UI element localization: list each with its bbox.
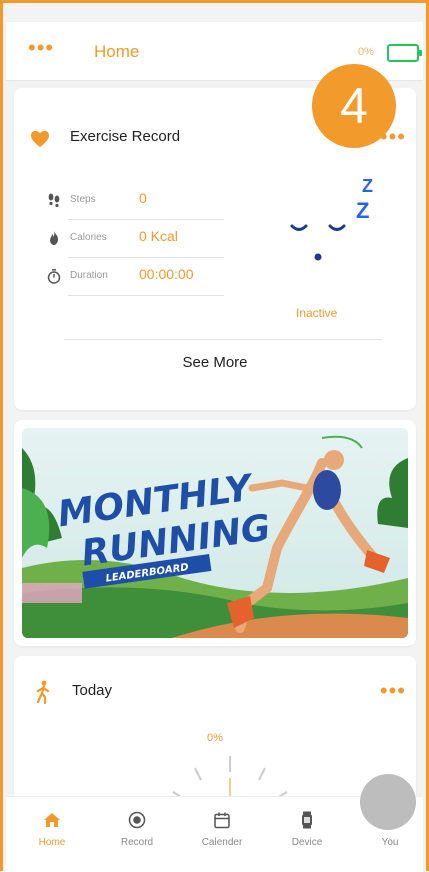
sleep-z: Z [362,176,373,196]
record-icon [128,811,146,829]
stopwatch-icon [47,269,61,284]
avatar[interactable] [360,774,416,830]
stat-value: 00:00:00 [139,266,194,282]
tab-calender[interactable]: Calender [182,797,262,872]
page-title: Home [94,42,140,61]
monthly-running-banner[interactable]: MONTHLY RUNNING LEADERBOARD [14,420,416,646]
activity-status: Inactive [296,306,338,320]
tab-label: Calender [201,837,243,848]
stat-value: 0 [139,190,147,206]
stat-row-duration: Duration 00:00:00 [44,260,224,296]
today-more-icon[interactable]: ••• [380,678,406,704]
footprints-icon [48,193,60,208]
today-percent: 0% [207,732,223,744]
exercise-record-title: Exercise Record [70,128,181,145]
row-divider [68,257,224,258]
card-divider [64,339,382,340]
tab-label: You [381,837,399,848]
stat-label: Duration [70,270,108,281]
calendar-icon [214,812,230,829]
battery-icon [387,44,422,62]
stat-label: Steps [70,194,96,205]
tab-label: Home [38,837,66,848]
row-divider [68,219,224,220]
see-more-link[interactable]: See More [14,354,416,371]
row-divider [68,295,224,296]
tab-home[interactable]: Home [12,797,92,872]
tab-label: Device [291,837,323,848]
stat-row-calories: Calories 0 Kcal [44,222,224,258]
tab-label: Record [120,837,154,848]
stat-label: Calories [70,232,107,243]
today-title: Today [72,682,113,699]
stat-row-steps: Steps 0 [44,184,224,220]
stat-value: 0 Kcal [139,228,178,244]
heart-icon [31,130,49,148]
flame-icon [50,231,58,245]
tab-device[interactable]: Device [267,797,347,872]
sleep-face-icon: Z Z [290,176,373,261]
more-dots-icon[interactable]: ••• [28,37,54,59]
banner-illustration: MONTHLY RUNNING LEADERBOARD [22,428,408,638]
watch-icon [302,811,312,829]
walking-icon [36,680,50,704]
battery-percent: 0% [358,46,374,58]
home-icon [44,813,60,827]
step-number-badge: 4 [312,64,396,148]
sleep-z: Z [356,198,369,223]
tab-record[interactable]: Record [97,797,177,872]
